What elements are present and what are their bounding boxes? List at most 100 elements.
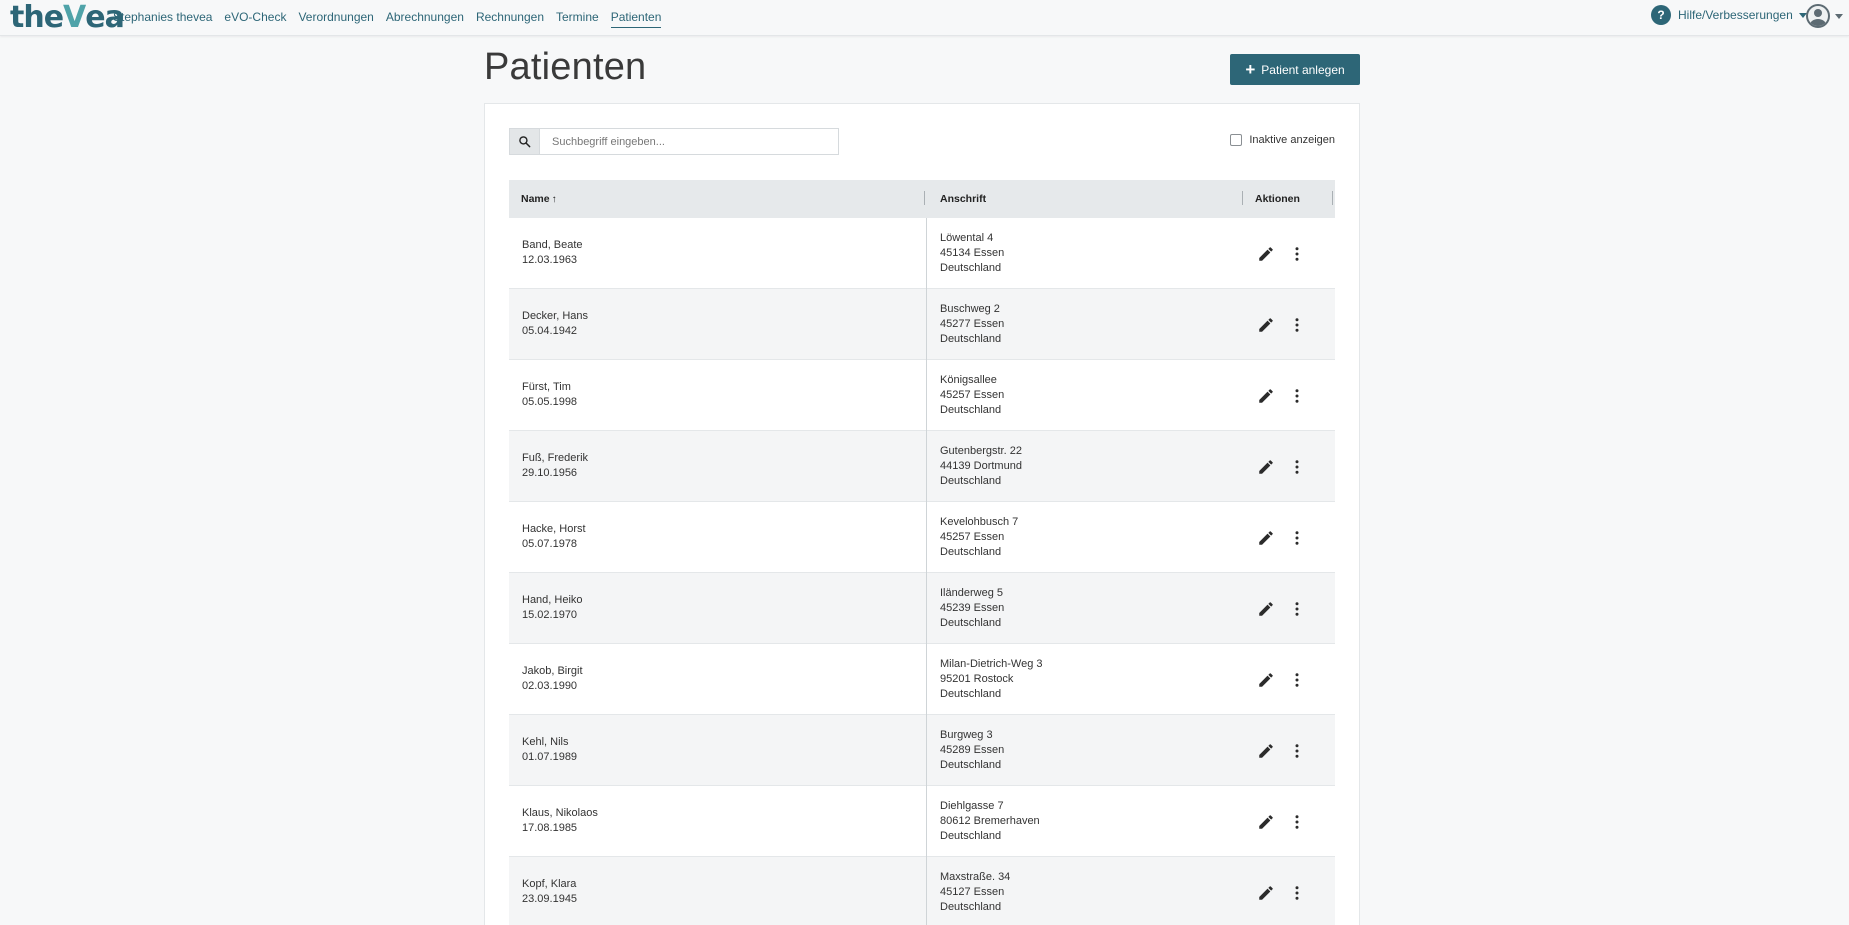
more-vertical-icon[interactable] [1293,458,1301,476]
address-city: 45257 Essen [940,389,1005,401]
thevea-logo[interactable]: the Vea [10,0,125,35]
table-row[interactable]: Kehl, Nils 01.07.1989 Burgweg 3 45289 Es… [509,715,1335,786]
help-menu[interactable]: ? Hilfe/Verbesserungen [1651,5,1807,25]
patient-name: Jakob, Birgit [522,665,583,677]
nav-item-rechnungen[interactable]: Rechnungen [476,0,544,34]
patient-birthdate: 29.10.1956 [522,467,578,479]
address-city: 45289 Essen [940,744,1005,756]
edit-icon[interactable] [1257,529,1275,547]
user-menu[interactable] [1806,4,1843,28]
more-vertical-icon[interactable] [1293,600,1301,618]
table-row[interactable]: Jakob, Birgit 02.03.1990 Milan-Dietrich-… [509,644,1335,715]
edit-icon[interactable] [1257,316,1275,334]
column-divider [926,289,927,360]
column-divider [926,857,927,925]
search-input[interactable] [540,128,839,155]
address-country: Deutschland [940,546,1002,558]
address-street: Diehlgasse 7 [940,800,1004,812]
patient-birthdate: 17.08.1985 [522,822,578,834]
column-divider [926,573,927,644]
column-header-address[interactable]: Anschrift [940,180,986,218]
nav-item-evo-check[interactable]: eVO-Check [224,0,286,34]
table-row[interactable]: Band, Beate 12.03.1963 Löwental 4 45134 … [509,218,1335,289]
sort-ascending-icon: ↑ [551,193,557,205]
more-vertical-icon[interactable] [1293,316,1301,334]
edit-icon[interactable] [1257,813,1275,831]
table-row[interactable]: Fuß, Frederik 29.10.1956 Gutenbergstr. 2… [509,431,1335,502]
nav-item-verordnungen[interactable]: Verordnungen [298,0,373,34]
address-city: 45277 Essen [940,318,1005,330]
show-inactive-label: Inaktive anzeigen [1249,134,1335,146]
show-inactive-checkbox[interactable] [1230,134,1243,146]
table-row[interactable]: Fürst, Tim 05.05.1998 Königsallee 45257 … [509,360,1335,431]
patient-birthdate: 12.03.1963 [522,254,578,266]
address-city: 95201 Rostock [940,673,1014,685]
patient-name: Hacke, Horst [522,523,586,535]
show-inactive-toggle[interactable]: Inaktive anzeigen [1230,134,1335,146]
edit-icon[interactable] [1257,671,1275,689]
edit-icon[interactable] [1257,600,1275,618]
more-vertical-icon[interactable] [1293,813,1301,831]
address-country: Deutschland [940,759,1002,771]
top-navbar: the Vea Stephanies thevea eVO-Check Veror… [0,0,1849,36]
patient-name-cell: Band, Beate 12.03.1963 [522,238,583,268]
more-vertical-icon[interactable] [1293,742,1301,760]
patient-address-cell: Buschweg 2 45277 Essen Deutschland [940,302,1004,347]
column-actions-label: Aktionen [1255,193,1300,205]
column-resize-handle[interactable] [924,191,925,205]
table-row[interactable]: Klaus, Nikolaos 17.08.1985 Diehlgasse 7 … [509,786,1335,857]
patient-name: Klaus, Nikolaos [522,807,598,819]
main-nav: Stephanies thevea eVO-Check Verordnungen… [113,0,673,34]
address-country: Deutschland [940,901,1002,913]
table-row[interactable]: Decker, Hans 05.04.1942 Buschweg 2 45277… [509,289,1335,360]
patient-address-cell: Löwental 4 45134 Essen Deutschland [940,231,1004,276]
add-patient-button[interactable]: + Patient anlegen [1230,54,1360,85]
patient-name: Hand, Heiko [522,594,583,606]
table-row[interactable]: Hand, Heiko 15.02.1970 Iländerweg 5 4523… [509,573,1335,644]
edit-icon[interactable] [1257,742,1275,760]
column-resize-handle[interactable] [1332,191,1333,205]
address-city: 45127 Essen [940,886,1005,898]
patient-address-cell: Kevelohbusch 7 45257 Essen Deutschland [940,515,1018,560]
more-vertical-icon[interactable] [1293,884,1301,902]
patient-name: Band, Beate [522,239,583,251]
page-title: Patienten [484,46,647,88]
nav-item-patienten[interactable]: Patienten [610,0,661,34]
search-button[interactable] [509,128,540,155]
address-street: Löwental 4 [940,232,994,244]
address-country: Deutschland [940,617,1002,629]
more-vertical-icon[interactable] [1293,387,1301,405]
address-street: Milan-Dietrich-Weg 3 [940,658,1043,670]
more-vertical-icon[interactable] [1293,529,1301,547]
column-name-label: Name [521,193,550,205]
search-icon [519,136,531,148]
column-address-label: Anschrift [940,193,987,205]
table-row[interactable]: Kopf, Klara 23.09.1945 Maxstraße. 34 451… [509,857,1335,925]
patient-name: Kehl, Nils [522,736,569,748]
patient-birthdate: 05.04.1942 [522,325,578,337]
more-vertical-icon[interactable] [1293,245,1301,263]
address-street: Gutenbergstr. 22 [940,445,1022,457]
edit-icon[interactable] [1257,245,1275,263]
patient-name-cell: Hand, Heiko 15.02.1970 [522,593,583,623]
nav-item-home[interactable]: Stephanies thevea [113,0,212,34]
address-street: Burgweg 3 [940,729,993,741]
column-header-name[interactable]: Name ↑ [521,180,557,218]
column-resize-handle[interactable] [1242,191,1243,205]
table-row[interactable]: Hacke, Horst 05.07.1978 Kevelohbusch 7 4… [509,502,1335,573]
column-divider [926,644,927,715]
patient-address-cell: Gutenbergstr. 22 44139 Dortmund Deutschl… [940,444,1022,489]
patient-address-cell: Burgweg 3 45289 Essen Deutschland [940,728,1004,773]
more-vertical-icon[interactable] [1293,671,1301,689]
nav-item-abrechnungen[interactable]: Abrechnungen [386,0,464,34]
nav-item-termine[interactable]: Termine [556,0,599,34]
patient-address-cell: Iländerweg 5 45239 Essen Deutschland [940,586,1004,631]
patient-name: Fuß, Frederik [522,452,589,464]
address-street: Iländerweg 5 [940,587,1003,599]
edit-icon[interactable] [1257,387,1275,405]
add-patient-label: Patient anlegen [1261,62,1345,77]
edit-icon[interactable] [1257,458,1275,476]
chevron-down-icon [1835,13,1843,19]
edit-icon[interactable] [1257,884,1275,902]
address-city: 44139 Dortmund [940,460,1022,472]
